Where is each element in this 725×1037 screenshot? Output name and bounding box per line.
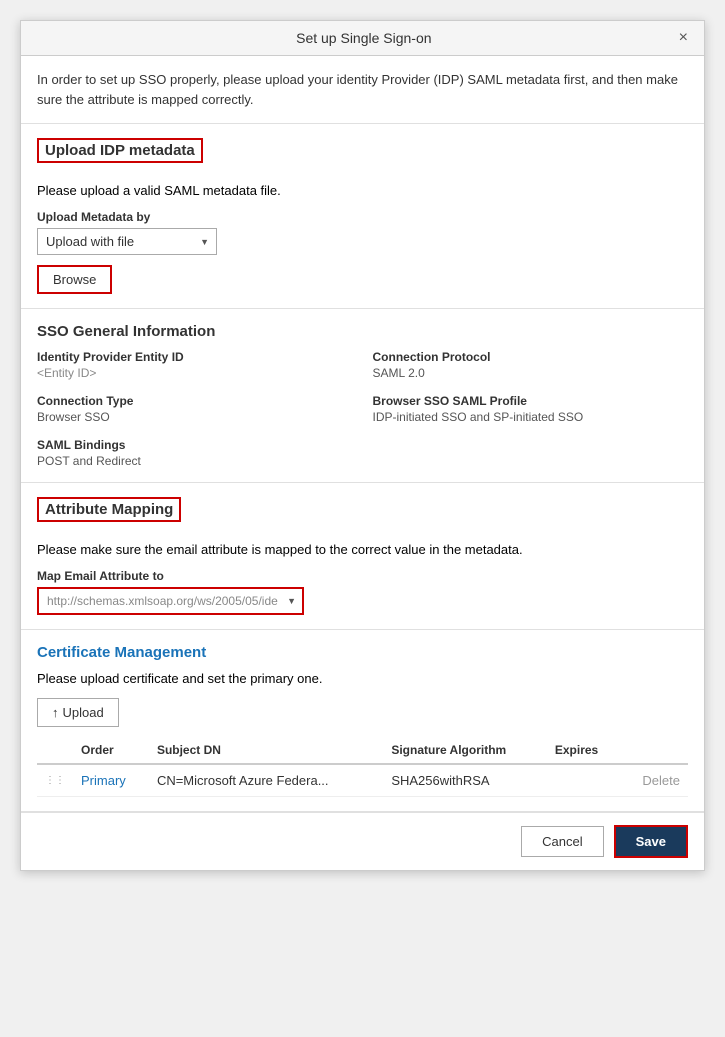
identity-provider-label: Identity Provider Entity ID — [37, 350, 353, 364]
cert-delete-button[interactable]: Delete — [621, 764, 688, 797]
map-email-select[interactable]: http://schemas.xmlsoap.org/ws/2005/05/id… — [37, 587, 304, 615]
col-drag — [37, 737, 73, 764]
sso-general-header: SSO General Information — [37, 323, 688, 340]
connection-protocol-label: Connection Protocol — [373, 350, 689, 364]
cert-table-header-row: Order Subject DN Signature Algorithm Exp… — [37, 737, 688, 764]
certificate-management-header: Certificate Management — [37, 644, 688, 661]
upload-by-label: Upload Metadata by — [37, 210, 688, 224]
sso-info-grid: Identity Provider Entity ID <Entity ID> … — [37, 350, 688, 468]
dialog: Set up Single Sign-on × In order to set … — [20, 20, 705, 871]
col-signature-algorithm: Signature Algorithm — [383, 737, 547, 764]
connection-type-value: Browser SSO — [37, 410, 353, 424]
title-bar: Set up Single Sign-on × — [21, 21, 704, 56]
cert-signature-algorithm: SHA256withRSA — [383, 764, 547, 797]
intro-section: In order to set up SSO properly, please … — [21, 56, 704, 124]
col-order: Order — [73, 737, 149, 764]
map-email-label: Map Email Attribute to — [37, 569, 688, 583]
browse-button[interactable]: Browse — [37, 265, 112, 294]
upload-icon: ↑ — [52, 705, 59, 720]
connection-type: Connection Type Browser SSO — [37, 394, 353, 424]
browser-sso-profile: Browser SSO SAML Profile IDP-initiated S… — [373, 394, 689, 424]
sso-general-section: SSO General Information Identity Provide… — [21, 309, 704, 483]
cert-subject-dn: CN=Microsoft Azure Federa... — [149, 764, 383, 797]
close-button[interactable]: × — [675, 29, 692, 47]
saml-bindings-value: POST and Redirect — [37, 454, 353, 468]
upload-method-wrapper: Upload with file Upload by URL — [37, 228, 217, 255]
upload-description: Please upload a valid SAML metadata file… — [37, 183, 688, 198]
col-subject-dn: Subject DN — [149, 737, 383, 764]
saml-bindings: SAML Bindings POST and Redirect — [37, 438, 353, 468]
save-button[interactable]: Save — [614, 825, 688, 858]
upload-certificate-button[interactable]: ↑ Upload — [37, 698, 119, 727]
browser-sso-label: Browser SSO SAML Profile — [373, 394, 689, 408]
browser-sso-value: IDP-initiated SSO and SP-initiated SSO — [373, 410, 689, 424]
cancel-button[interactable]: Cancel — [521, 826, 603, 857]
drag-handle: ⋮⋮ — [37, 764, 73, 797]
dialog-title: Set up Single Sign-on — [53, 30, 675, 46]
identity-provider-entity-id: Identity Provider Entity ID <Entity ID> — [37, 350, 353, 380]
col-actions — [621, 737, 688, 764]
cert-order: Primary — [73, 764, 149, 797]
table-row: ⋮⋮ Primary CN=Microsoft Azure Federa... … — [37, 764, 688, 797]
attribute-mapping-header: Attribute Mapping — [37, 497, 181, 522]
connection-protocol-value: SAML 2.0 — [373, 366, 689, 380]
upload-method-select[interactable]: Upload with file Upload by URL — [37, 228, 217, 255]
certificate-table: Order Subject DN Signature Algorithm Exp… — [37, 737, 688, 797]
dialog-body: In order to set up SSO properly, please … — [21, 56, 704, 812]
dialog-footer: Cancel Save — [21, 812, 704, 870]
saml-bindings-label: SAML Bindings — [37, 438, 353, 452]
connection-type-label: Connection Type — [37, 394, 353, 408]
certificate-description: Please upload certificate and set the pr… — [37, 671, 688, 686]
cert-expires — [547, 764, 621, 797]
upload-idp-section: Upload IDP metadata Please upload a vali… — [21, 124, 704, 309]
identity-provider-value: <Entity ID> — [37, 366, 353, 380]
connection-protocol: Connection Protocol SAML 2.0 — [373, 350, 689, 380]
attribute-mapping-description: Please make sure the email attribute is … — [37, 542, 688, 557]
certificate-management-section: Certificate Management Please upload cer… — [21, 630, 704, 812]
upload-label: Upload — [63, 705, 104, 720]
intro-text: In order to set up SSO properly, please … — [37, 72, 678, 107]
email-select-wrapper: http://schemas.xmlsoap.org/ws/2005/05/id… — [37, 587, 304, 615]
col-expires: Expires — [547, 737, 621, 764]
upload-idp-header: Upload IDP metadata — [37, 138, 203, 163]
attribute-mapping-section: Attribute Mapping Please make sure the e… — [21, 483, 704, 630]
